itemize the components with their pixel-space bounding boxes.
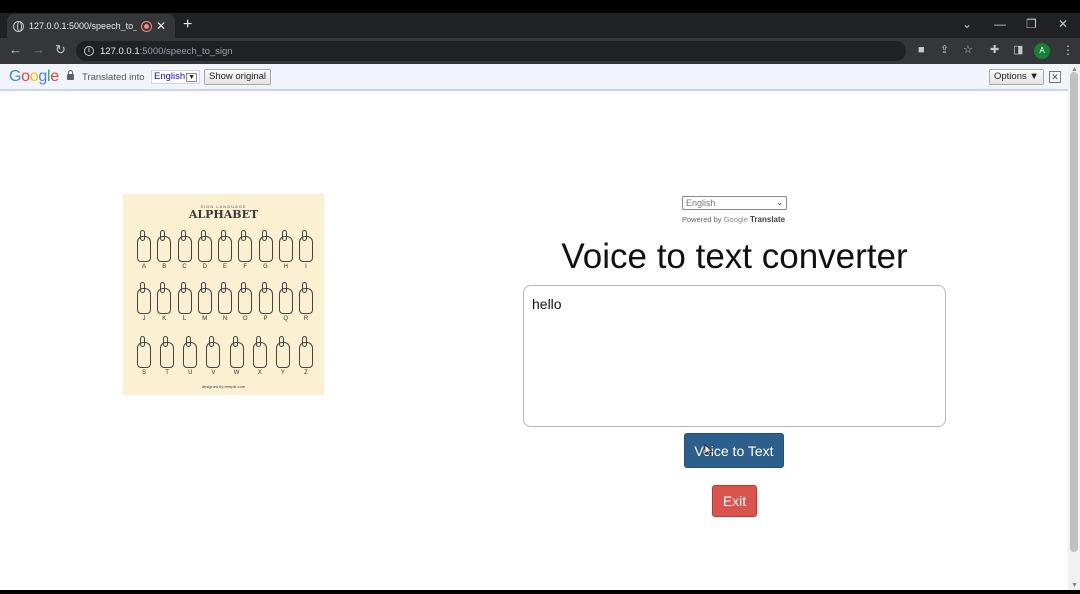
translate-bar: Google Translated into English ▼ Show ori… bbox=[0, 64, 1068, 91]
share-icon[interactable]: ⇪ bbox=[940, 44, 949, 57]
google-translate-language-select[interactable]: English ⌄ bbox=[682, 196, 787, 210]
options-button[interactable]: Options ▼ bbox=[989, 69, 1044, 85]
close-tab-icon[interactable]: ✕ bbox=[156, 20, 166, 32]
close-window-icon[interactable]: ✕ bbox=[1058, 17, 1068, 31]
scroll-thumb[interactable] bbox=[1070, 72, 1078, 552]
letters-row-3: STUVWXYZ bbox=[141, 370, 308, 376]
side-panel-icon[interactable]: ◨ bbox=[1013, 44, 1023, 57]
hands-row-2 bbox=[137, 282, 313, 314]
address-bar[interactable]: i 127.0.0.1:5000/speech_to_sign bbox=[76, 41, 906, 61]
sign-language-alphabet-image: SIGN LANGUAGE ALPHABET ABCDEFGHI JKLMNOP… bbox=[123, 194, 324, 395]
translate-link[interactable]: Translate bbox=[750, 215, 785, 224]
bookmark-star-icon[interactable]: ☆ bbox=[963, 44, 973, 57]
back-icon[interactable]: ← bbox=[9, 43, 22, 57]
browser-tab[interactable]: 127.0.0.1:5000/speech_to_sig ✕ bbox=[7, 14, 175, 38]
camera-icon[interactable]: ■ bbox=[918, 44, 925, 57]
hands-row-1 bbox=[137, 230, 313, 262]
url-text: 127.0.0.1:5000/speech_to_sign bbox=[100, 45, 233, 57]
letters-row-1: ABCDEFGHI bbox=[141, 264, 307, 270]
voice-to-text-button[interactable]: Voice to Text bbox=[684, 433, 784, 468]
restore-icon[interactable]: ❐ bbox=[1026, 17, 1037, 31]
page-scrollbar[interactable]: ▲ ▼ bbox=[1068, 64, 1080, 590]
tab-strip: 127.0.0.1:5000/speech_to_sig ✕ + ⌄ — ❐ ✕ bbox=[0, 13, 1080, 38]
translated-into-label: Translated into bbox=[82, 72, 145, 83]
chevron-down-icon: ⌄ bbox=[776, 198, 783, 207]
show-original-button[interactable]: Show original bbox=[204, 69, 272, 85]
letters-row-2: JKLMNOPQR bbox=[142, 316, 309, 322]
mouse-cursor-icon bbox=[704, 444, 713, 456]
google-logo: Google bbox=[9, 68, 59, 85]
powered-by-google-translate: Powered by Google Translate bbox=[682, 215, 786, 224]
globe-icon bbox=[13, 20, 24, 32]
profile-avatar[interactable]: A bbox=[1034, 43, 1050, 59]
menu-icon[interactable]: ⋮ bbox=[1062, 43, 1074, 57]
screen: 127.0.0.1:5000/speech_to_sig ✕ + ⌄ — ❐ ✕… bbox=[0, 0, 1080, 594]
page-title: Voice to text converter bbox=[561, 237, 908, 276]
image-credit: designed by freepik.com bbox=[201, 384, 246, 389]
tab-title: 127.0.0.1:5000/speech_to_sig bbox=[29, 21, 137, 31]
site-info-icon[interactable]: i bbox=[84, 46, 94, 56]
reload-icon[interactable]: ↻ bbox=[55, 43, 66, 57]
tab-search-icon[interactable]: ⌄ bbox=[962, 17, 972, 31]
extensions-icon[interactable]: ✚ bbox=[990, 44, 999, 57]
close-translate-bar-icon[interactable]: ✕ bbox=[1049, 71, 1061, 83]
minimize-icon[interactable]: — bbox=[994, 17, 1006, 31]
new-tab-icon[interactable]: + bbox=[183, 16, 192, 34]
dropdown-arrow-icon: ▼ bbox=[186, 73, 198, 82]
exit-button[interactable]: Exit bbox=[712, 485, 757, 517]
translate-language-select[interactable]: English ▼ bbox=[151, 70, 201, 84]
lock-icon bbox=[67, 70, 74, 80]
forward-icon[interactable]: → bbox=[32, 43, 45, 57]
browser-toolbar: ← → ↻ i 127.0.0.1:5000/speech_to_sign ■ … bbox=[0, 38, 1080, 64]
image-title: ALPHABET bbox=[188, 208, 259, 221]
scroll-down-icon[interactable]: ▼ bbox=[1071, 582, 1078, 589]
hands-row-3 bbox=[137, 336, 313, 368]
recording-icon bbox=[142, 21, 151, 31]
page-content: SIGN LANGUAGE ALPHABET ABCDEFGHI JKLMNOP… bbox=[0, 91, 1068, 590]
speech-text-area[interactable]: hello bbox=[523, 285, 946, 427]
